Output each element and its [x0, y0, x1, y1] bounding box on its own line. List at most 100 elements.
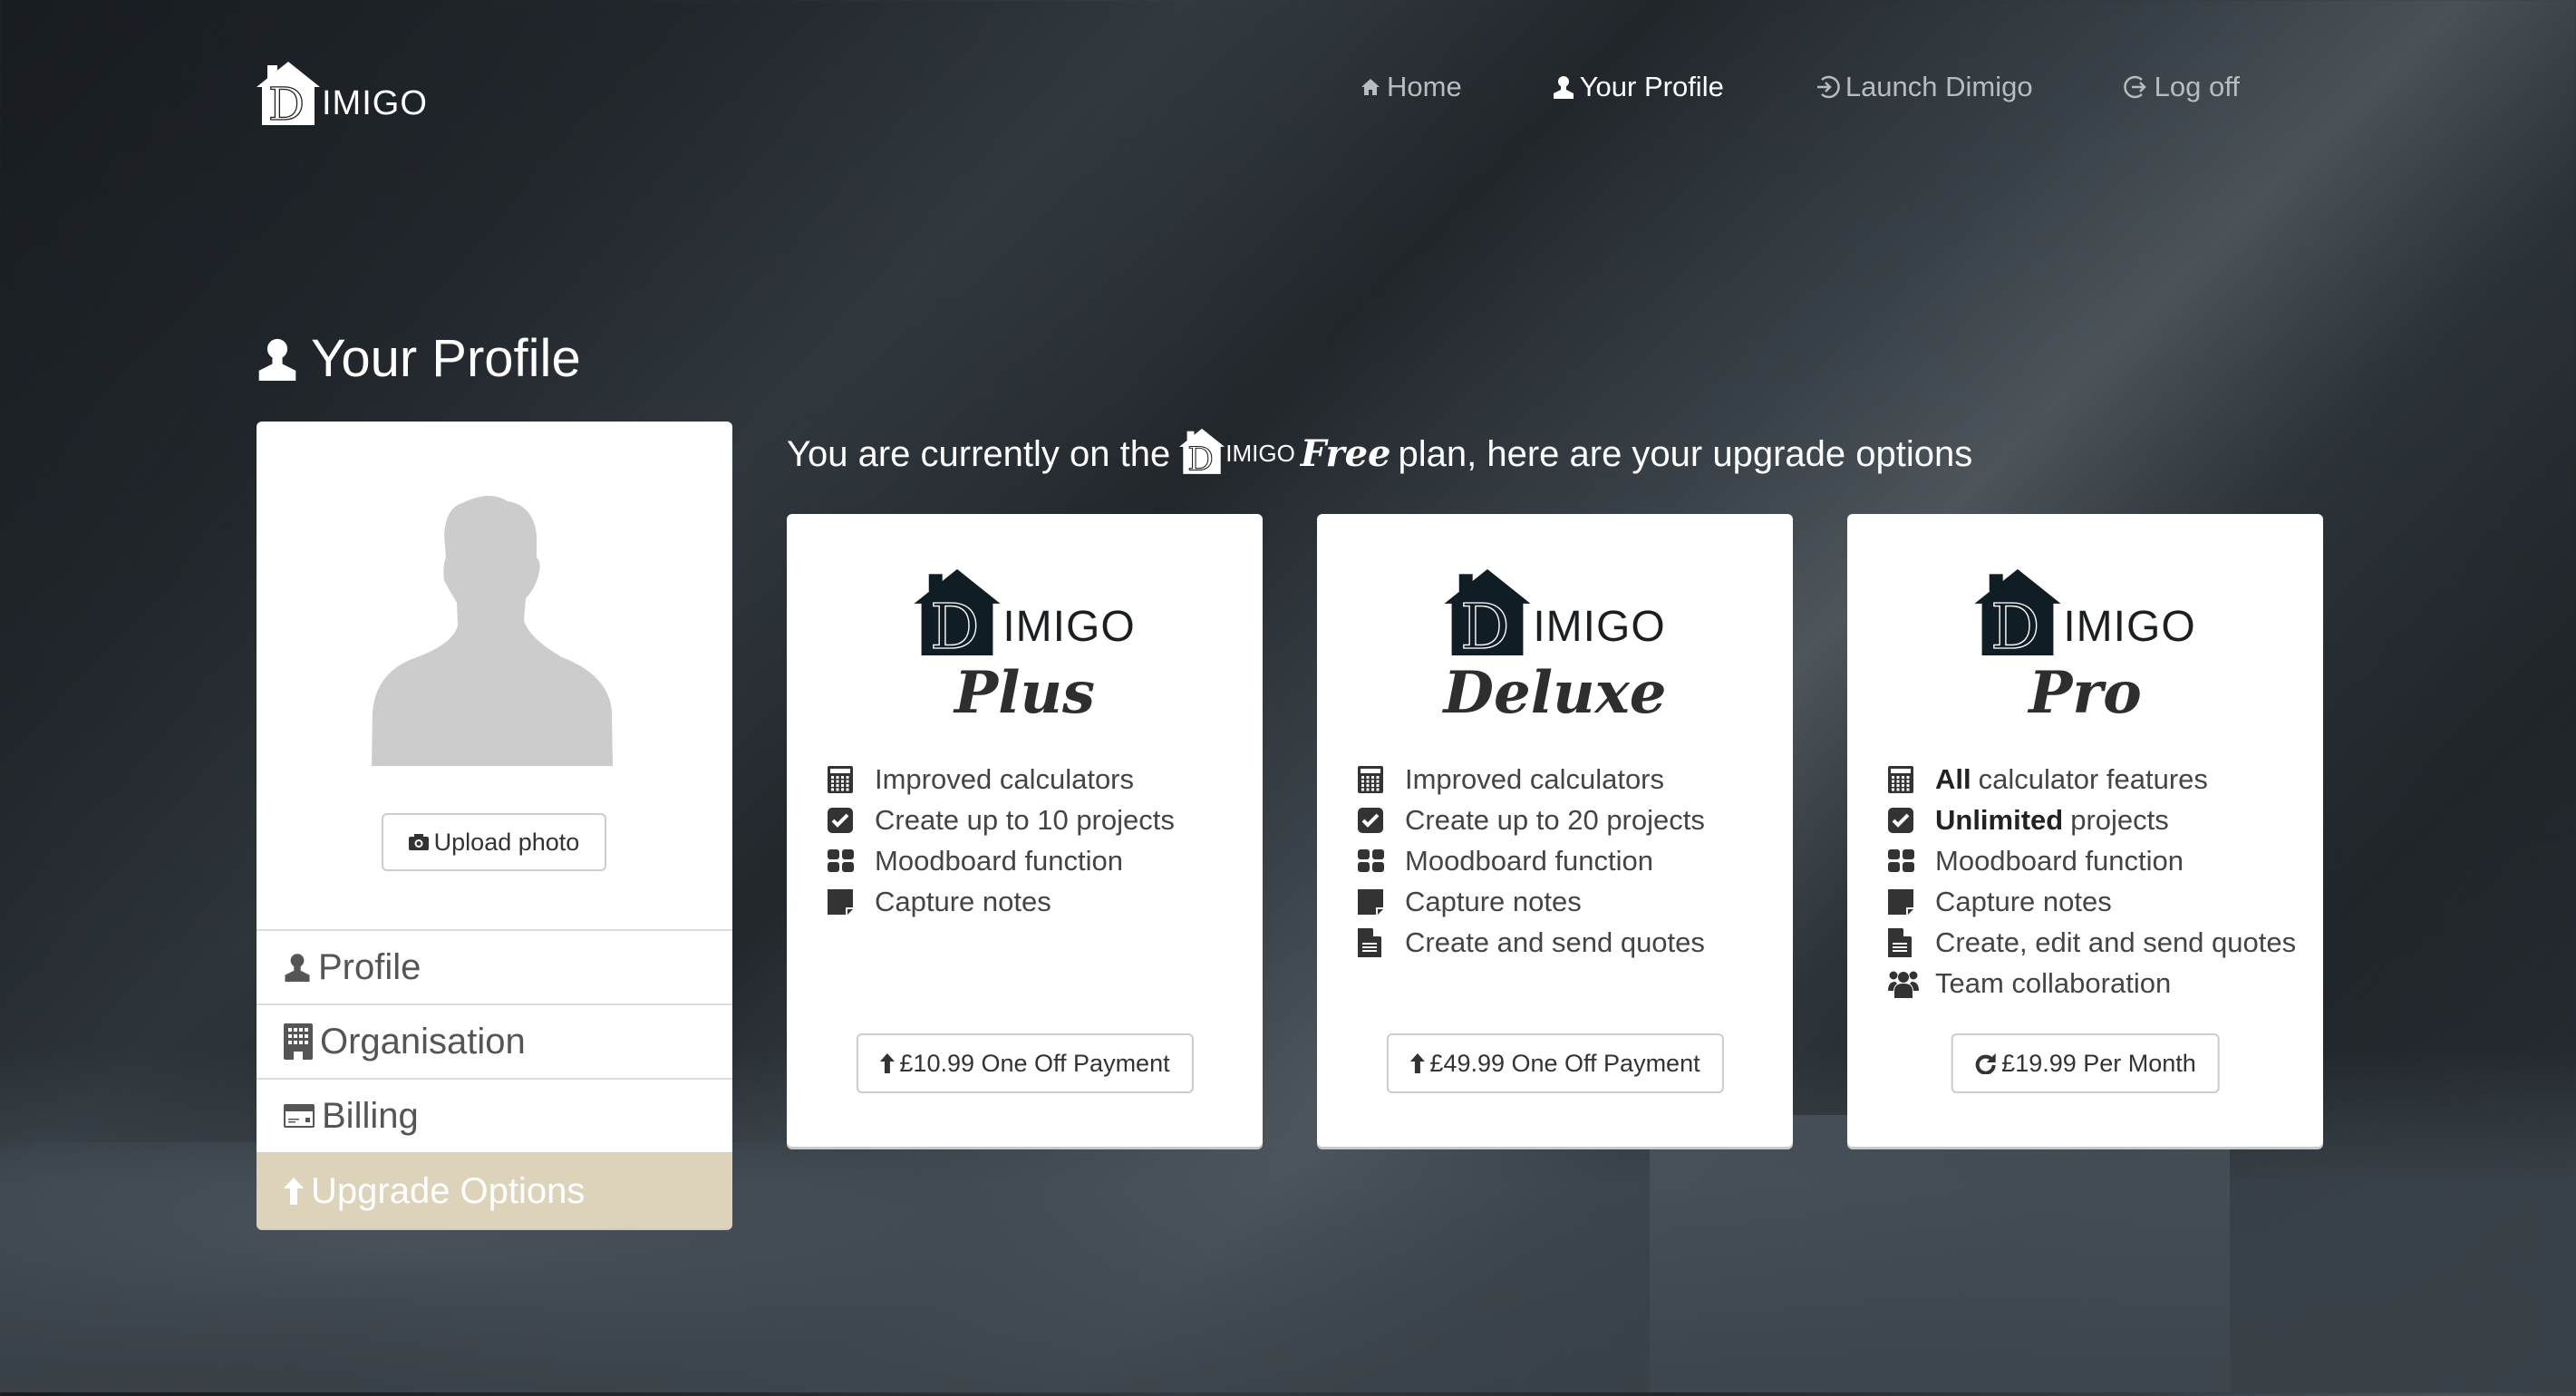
log-out-icon [2123, 74, 2149, 100]
purchase-plan-label: £10.99 One Off Payment [899, 1049, 1170, 1077]
feature-emphasis: Unlimited [1935, 803, 2064, 836]
plan-card-logo-text: IMIGO [2063, 603, 2196, 651]
nav-home[interactable]: Home [1360, 71, 1462, 103]
credit-card-icon [284, 1104, 315, 1128]
feature-item: Create up to 10 projects [828, 800, 1175, 840]
upgrade-intro-after: plan, here are your upgrade options [1398, 434, 1973, 474]
feature-item: Create and send quotes [1358, 922, 1705, 963]
grid-icon [828, 848, 858, 873]
svg-text:D: D [930, 592, 979, 655]
feature-text: Create and send quotes [1405, 926, 1705, 958]
feature-item: Create up to 20 projects [1358, 800, 1705, 840]
feature-item: Capture notes [1358, 881, 1705, 922]
plan-card-logo: D IMIGO [787, 559, 1263, 655]
feature-text: Capture notes [1935, 885, 2112, 917]
purchase-deluxe-button[interactable]: £49.99 One Off Payment [1386, 1033, 1724, 1093]
house-logo-icon: D [257, 54, 320, 125]
feature-item: Capture notes [1888, 881, 2296, 922]
top-nav: Home Your Profile Launch Dimigo Log off [1360, 71, 2240, 103]
feature-text: Capture notes [875, 885, 1051, 917]
arrow-up-icon [1409, 1053, 1425, 1073]
arrow-up-icon [284, 1178, 304, 1205]
menu-item-billing[interactable]: Billing [257, 1078, 732, 1152]
menu-item-label: Profile [318, 946, 421, 987]
document-icon [1358, 927, 1389, 957]
feature-text: Create up to 20 projects [1405, 803, 1705, 836]
feature-item: Moodboard function [1888, 840, 2296, 881]
plan-name: Plus [954, 659, 1095, 727]
menu-item-upgrade-options[interactable]: Upgrade Options [257, 1152, 732, 1228]
nav-log-off[interactable]: Log off [2123, 71, 2240, 103]
nav-home-label: Home [1387, 71, 1462, 102]
feature-text: projects [2070, 803, 2169, 836]
feature-text: Moodboard function [875, 844, 1124, 877]
plan-card-pro: D IMIGO Pro All calculator features Unlimi… [1847, 514, 2323, 1147]
note-icon [828, 888, 858, 915]
house-logo-icon: D [1444, 568, 1531, 655]
feature-text: Moodboard function [1935, 844, 2184, 877]
feature-text: Improved calculators [1405, 762, 1665, 795]
feature-item: All calculator features [1888, 759, 2296, 800]
feature-item: Unlimited projects [1888, 800, 2296, 840]
grid-icon [1358, 848, 1389, 873]
purchase-plus-button[interactable]: £10.99 One Off Payment [856, 1033, 1194, 1093]
purchase-pro-button[interactable]: £19.99 Per Month [1951, 1033, 2220, 1093]
plan-name: Deluxe [1443, 659, 1667, 727]
upload-photo-button[interactable]: Upload photo [382, 813, 606, 871]
camera-icon [408, 834, 429, 850]
users-icon [1888, 969, 1919, 998]
feature-text: calculator features [1978, 762, 2208, 795]
menu-item-profile[interactable]: Profile [257, 929, 732, 1003]
building-icon [284, 1023, 313, 1060]
house-logo-icon: D [1179, 428, 1225, 475]
site-logo[interactable]: D IMIGO [257, 54, 428, 125]
feature-emphasis: All [1935, 762, 1971, 795]
plan-card-deluxe: D IMIGO Deluxe Improved calculators Creat… [1317, 514, 1793, 1147]
calculator-icon [1358, 765, 1389, 793]
nav-your-profile[interactable]: Your Profile [1553, 71, 1724, 103]
note-icon [1358, 888, 1389, 915]
home-icon [1360, 76, 1381, 98]
log-in-icon [1815, 74, 1840, 100]
plan-card-logo-text: IMIGO [1533, 603, 1666, 651]
nav-launch-dimigo[interactable]: Launch Dimigo [1815, 71, 2033, 103]
feature-text: Team collaboration [1935, 966, 2172, 999]
plan-card-logo: D IMIGO [1847, 559, 2323, 655]
plan-name: Pro [2029, 659, 2142, 727]
inline-dimigo-logo: D IMIGO [1179, 422, 1295, 475]
nav-your-profile-label: Your Profile [1579, 71, 1724, 102]
plan-card-plus: D IMIGO Plus Improved calculators Create … [787, 514, 1263, 1147]
nav-log-off-label: Log off [2154, 71, 2240, 102]
nav-launch-dimigo-label: Launch Dimigo [1845, 71, 2033, 102]
menu-item-organisation[interactable]: Organisation [257, 1003, 732, 1078]
user-icon [284, 953, 311, 982]
feature-item: Improved calculators [828, 759, 1175, 800]
feature-list: Improved calculators Create up to 10 proj… [828, 759, 1175, 922]
page-title: Your Profile [257, 328, 581, 389]
calculator-icon [828, 765, 858, 793]
plan-card-logo-text: IMIGO [1002, 603, 1136, 651]
feature-text: Capture notes [1405, 885, 1582, 917]
feature-text: Create, edit and send quotes [1935, 926, 2297, 958]
svg-text:D: D [268, 78, 305, 125]
checkbox-icon [1358, 807, 1389, 833]
user-icon [257, 337, 298, 381]
feature-text: Moodboard function [1405, 844, 1654, 877]
grid-icon [1888, 848, 1919, 873]
avatar-area: Upload photo [257, 422, 732, 929]
checkbox-icon [828, 807, 858, 833]
profile-panel: Upload photo Profile Organisation Billin… [257, 422, 732, 1228]
house-logo-icon: D [1974, 568, 2061, 655]
feature-item: Create, edit and send quotes [1888, 922, 2296, 963]
arrow-up-icon [879, 1053, 895, 1073]
upgrade-intro-before: You are currently on the [787, 434, 1171, 474]
logo-text: IMIGO [322, 84, 428, 122]
user-icon [1553, 74, 1574, 100]
house-logo-icon: D [914, 568, 1001, 655]
menu-item-label: Billing [322, 1095, 419, 1136]
svg-text:D: D [1188, 441, 1215, 475]
feature-item: Team collaboration [1888, 963, 2296, 1003]
feature-text: Create up to 10 projects [875, 803, 1175, 836]
note-icon [1888, 888, 1919, 915]
feature-text: Improved calculators [875, 762, 1135, 795]
